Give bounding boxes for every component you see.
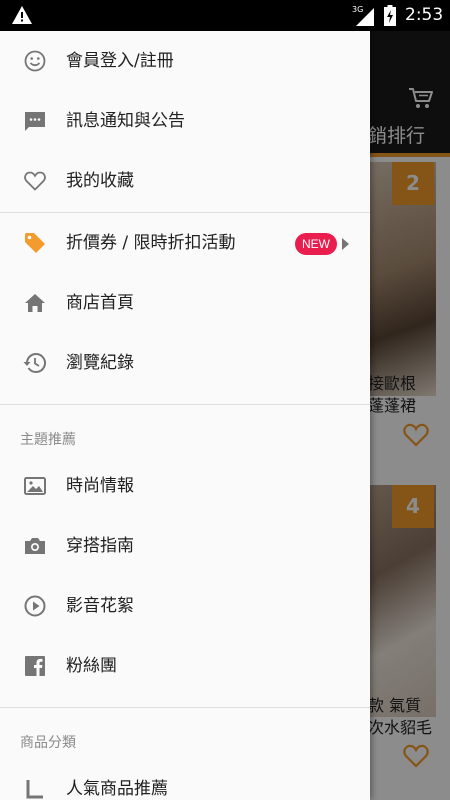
section-header-theme: 主題推薦: [20, 432, 76, 448]
divider: [0, 707, 370, 708]
facebook-icon: [25, 656, 45, 676]
play-circle-icon: [24, 595, 46, 617]
drawer-item-fan-page[interactable]: 粉絲團: [0, 636, 370, 696]
image-icon: [24, 477, 46, 495]
drawer-item-label: 我的收藏: [66, 171, 134, 191]
drawer-item-label: 會員登入/註冊: [66, 51, 174, 71]
drawer-item-favorites[interactable]: 我的收藏: [0, 151, 370, 211]
drawer-item-label: 人氣商品推薦: [66, 779, 168, 799]
heart-outline-icon: [24, 171, 46, 191]
drawer-item-coupons[interactable]: 折價券 / 限時折扣活動 NEW: [0, 213, 370, 273]
drawer-item-label: 影音花絮: [66, 596, 134, 616]
drawer-item-fashion-news[interactable]: 時尚情報: [0, 456, 370, 516]
drawer-item-history[interactable]: 瀏覽紀錄: [0, 333, 370, 393]
subdirectory-icon: [26, 780, 43, 799]
drawer-item-outfit-guide[interactable]: 穿搭指南: [0, 516, 370, 576]
section-header-category: 商品分類: [20, 735, 76, 751]
battery-charging-icon: [384, 5, 396, 26]
drawer-item-label: 折價券 / 限時折扣活動: [66, 233, 236, 253]
cell-signal-icon: 3G: [352, 5, 376, 26]
drawer-item-label: 粉絲團: [66, 656, 117, 676]
drawer-item-label: 瀏覽紀錄: [66, 353, 134, 373]
divider: [0, 404, 370, 405]
new-badge: NEW: [295, 233, 337, 255]
chevron-right-icon: [342, 238, 349, 250]
drawer-item-member-login[interactable]: 會員登入/註冊: [0, 31, 370, 91]
clock: 2:53: [405, 5, 444, 25]
tag-icon: [25, 233, 45, 253]
message-icon: [25, 112, 45, 131]
camera-icon: [25, 538, 45, 554]
drawer-item-label: 時尚情報: [66, 476, 134, 496]
drawer-item-popular-products[interactable]: 人氣商品推薦: [0, 759, 370, 800]
drawer-item-label: 商店首頁: [66, 293, 134, 313]
history-icon: [23, 353, 46, 373]
smiley-icon: [24, 50, 46, 72]
navigation-drawer: 會員登入/註冊 訊息通知與公告 我的收藏 折價券 / 限時折扣活動 NEW 商店…: [0, 31, 370, 800]
drawer-item-store-home[interactable]: 商店首頁: [0, 273, 370, 333]
drawer-item-video[interactable]: 影音花絮: [0, 576, 370, 636]
drawer-item-label: 穿搭指南: [66, 536, 134, 556]
home-icon: [25, 294, 45, 312]
drawer-item-notifications[interactable]: 訊息通知與公告: [0, 91, 370, 151]
warning-icon: [12, 6, 32, 24]
drawer-item-label: 訊息通知與公告: [66, 111, 185, 131]
status-bar: 3G 2:53: [0, 0, 450, 31]
